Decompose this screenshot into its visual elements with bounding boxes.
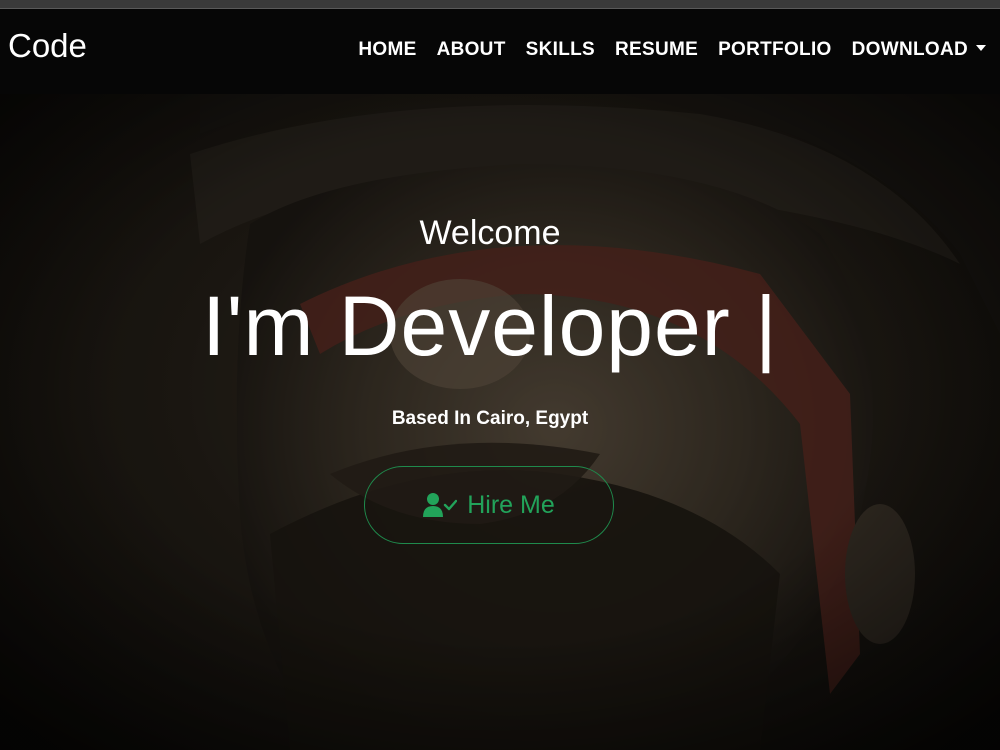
hero-welcome: Welcome — [419, 214, 561, 252]
hero-content: Welcome I'm Developer | Based In Cairo, … — [0, 94, 1000, 750]
nav-item-download[interactable]: DOWNLOAD — [852, 39, 986, 61]
brand-logo[interactable]: Code — [8, 29, 87, 62]
navbar: Code HOME ABOUT SKILLS RESUME PORTFOLIO … — [0, 9, 1000, 94]
nav-item-download-label: DOWNLOAD — [851, 39, 968, 60]
user-check-icon — [423, 491, 458, 519]
caret-down-icon — [976, 44, 986, 51]
nav-item-home[interactable]: HOME — [358, 39, 416, 61]
hire-me-label: Hire Me — [467, 490, 555, 519]
hero-headline: I'm Developer | — [202, 279, 778, 373]
nav-item-resume[interactable]: RESUME — [615, 39, 698, 61]
nav-menu: HOME ABOUT SKILLS RESUME PORTFOLIO DOWNL… — [338, 39, 986, 61]
hire-me-button[interactable]: Hire Me — [364, 466, 614, 544]
nav-item-skills[interactable]: SKILLS — [526, 39, 595, 61]
browser-top-strip — [0, 0, 1000, 9]
hero-section: Welcome I'm Developer | Based In Cairo, … — [0, 94, 1000, 750]
nav-item-portfolio[interactable]: PORTFOLIO — [718, 39, 832, 61]
hero-location: Based In Cairo, Egypt — [391, 408, 589, 429]
nav-item-about[interactable]: ABOUT — [437, 39, 506, 61]
